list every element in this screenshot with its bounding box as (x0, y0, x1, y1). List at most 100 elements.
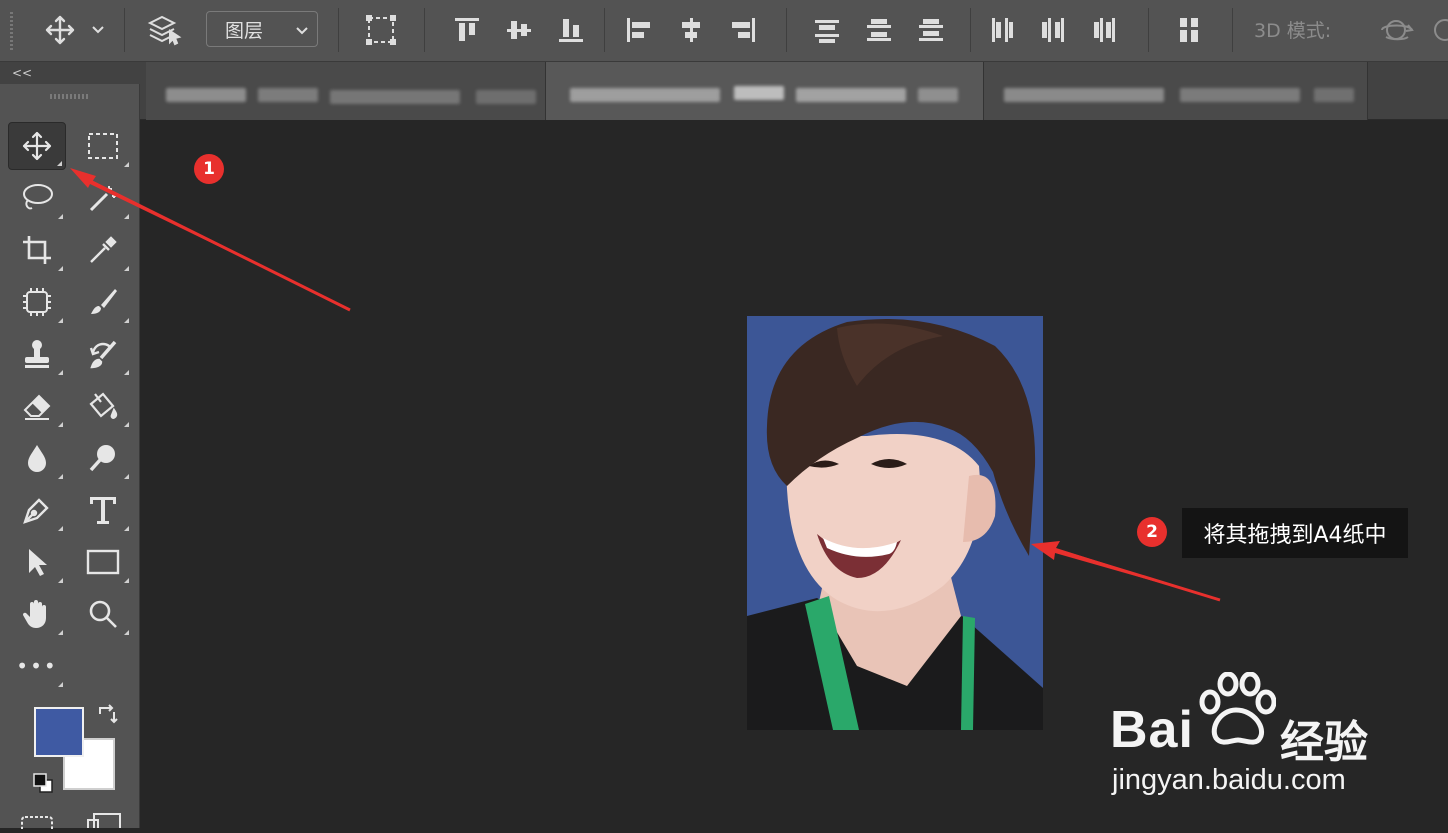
move-tool-button[interactable] (8, 122, 66, 170)
distribute-bottom-edges-icon[interactable] (912, 10, 950, 50)
toolbox-collapse-button[interactable]: << (12, 66, 32, 80)
divider (1148, 8, 1149, 52)
blurred-tab-title (1314, 88, 1354, 102)
align-top-edges-icon[interactable] (448, 10, 486, 50)
distribute-spacing-icon[interactable] (1170, 10, 1208, 50)
tool-group-indicator (58, 474, 63, 479)
blurred-tab-title (166, 88, 246, 102)
blurred-tab-title (570, 88, 720, 102)
transform-controls-icon[interactable] (360, 10, 402, 50)
3d-orbit-icon[interactable] (1376, 10, 1418, 50)
tool-group-indicator (58, 422, 63, 427)
rectangular-marquee-tool-button[interactable] (74, 122, 132, 170)
divider (424, 8, 425, 52)
crop-tool-button[interactable] (8, 226, 66, 274)
tool-group-indicator (124, 214, 129, 219)
options-bar: 图层 3D 模式: (0, 0, 1448, 62)
auto-select-target-value: 图层 (225, 19, 264, 42)
document-tab-active[interactable] (546, 62, 984, 120)
align-horizontal-centers-icon[interactable] (672, 10, 710, 50)
blurred-tab-title (796, 88, 906, 102)
auto-select-layers-icon[interactable] (142, 10, 186, 50)
paint-bucket-tool-button[interactable] (74, 382, 132, 430)
watermark-brand: Bai (1110, 701, 1194, 759)
tool-group-indicator (124, 526, 129, 531)
path-selection-tool-button[interactable] (8, 538, 66, 586)
tool-group-indicator (58, 526, 63, 531)
clone-stamp-tool-button[interactable] (8, 330, 66, 378)
step-2-badge: 2 (1137, 517, 1167, 547)
lasso-tool-button[interactable] (8, 174, 66, 222)
align-vertical-centers-icon[interactable] (500, 10, 538, 50)
eyedropper-tool-button[interactable] (74, 226, 132, 274)
align-right-edges-icon[interactable] (724, 10, 762, 50)
divider (786, 8, 787, 52)
tool-preset-chevron-icon[interactable] (88, 10, 108, 50)
blurred-tab-title (476, 90, 536, 104)
more-tools-icon[interactable]: ••• (8, 642, 66, 690)
tool-group-indicator (58, 630, 63, 635)
swap-colors-icon[interactable] (96, 704, 118, 730)
document-tab[interactable] (984, 62, 1368, 120)
watermark-brand-cn: 经验 (1280, 717, 1368, 768)
document-tabs-bar: << (0, 62, 1448, 120)
3d-roll-icon[interactable] (1428, 10, 1448, 50)
blurred-tab-title (258, 88, 318, 102)
zoom-tool-button[interactable] (74, 590, 132, 638)
tool-group-indicator (58, 370, 63, 375)
tool-group-indicator (58, 266, 63, 271)
blurred-tab-title (1180, 88, 1300, 102)
default-colors-icon[interactable] (32, 772, 54, 798)
tool-group-indicator (124, 422, 129, 427)
tool-group-indicator (124, 630, 129, 635)
rectangle-tool-button[interactable] (74, 538, 132, 586)
dodge-tool-button[interactable] (74, 434, 132, 482)
step-2-callout: 将其拖拽到A4纸中 (1182, 508, 1408, 558)
move-tool-icon[interactable] (40, 10, 80, 50)
align-bottom-edges-icon[interactable] (552, 10, 590, 50)
divider (338, 8, 339, 52)
blur-tool-button[interactable] (8, 434, 66, 482)
align-left-edges-icon[interactable] (620, 10, 658, 50)
brush-tool-button[interactable] (74, 278, 132, 326)
hand-tool-button[interactable] (8, 590, 66, 638)
screen-mode-icon[interactable] (86, 812, 122, 833)
divider (124, 8, 125, 52)
step-1-badge: 1 (194, 154, 224, 184)
divider (970, 8, 971, 52)
tool-group-indicator (124, 266, 129, 271)
tool-group-indicator (58, 214, 63, 219)
toolbox-grip[interactable] (50, 94, 90, 99)
quick-mask-icon[interactable] (20, 814, 54, 833)
distribute-left-edges-icon[interactable] (982, 10, 1020, 50)
portrait-photo-layer[interactable] (747, 316, 1043, 730)
tool-group-indicator (58, 578, 63, 583)
distribute-top-edges-icon[interactable] (808, 10, 846, 50)
tool-group-indicator (124, 474, 129, 479)
document-tab[interactable] (146, 62, 546, 120)
history-brush-tool-button[interactable] (74, 330, 132, 378)
pen-tool-button[interactable] (8, 486, 66, 534)
watermark-url: jingyan.baidu.com (1112, 764, 1346, 796)
tool-group-indicator (124, 370, 129, 375)
distribute-right-edges-icon[interactable] (1086, 10, 1124, 50)
distribute-vertical-centers-icon[interactable] (860, 10, 898, 50)
healing-brush-tool-button[interactable] (8, 278, 66, 326)
blurred-tab-title (734, 86, 784, 100)
options-bar-grip[interactable] (10, 12, 13, 50)
divider (1232, 8, 1233, 52)
tool-group-indicator (124, 318, 129, 323)
distribute-horizontal-centers-icon[interactable] (1034, 10, 1072, 50)
blurred-tab-title (1004, 88, 1164, 102)
divider (604, 8, 605, 52)
auto-select-target-dropdown[interactable]: 图层 (206, 11, 318, 47)
blurred-tab-close[interactable] (918, 88, 958, 102)
foreground-color-swatch[interactable] (34, 707, 84, 757)
paw-logo-icon (1199, 672, 1276, 745)
eraser-tool-button[interactable] (8, 382, 66, 430)
magic-wand-tool-button[interactable] (74, 174, 132, 222)
chevron-down-icon (295, 21, 309, 43)
type-tool-button[interactable] (74, 486, 132, 534)
tool-group-indicator (124, 162, 129, 167)
baidu-jingyan-watermark: Bai 经验 jingyan.baidu.com (1110, 672, 1440, 802)
